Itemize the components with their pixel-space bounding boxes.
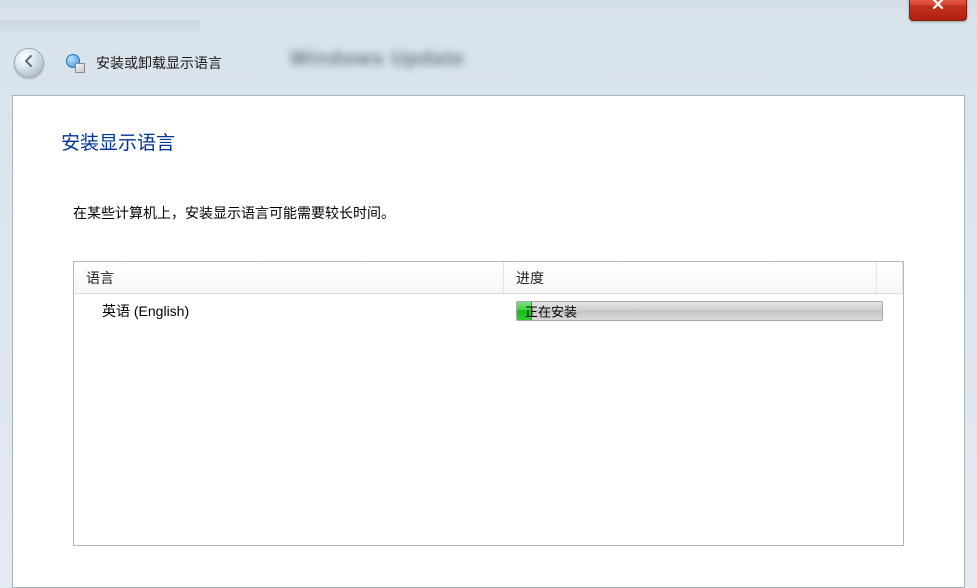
arrow-left-icon bbox=[21, 53, 37, 74]
nav-title: 安装或卸载显示语言 bbox=[96, 53, 222, 73]
main-panel: 安装显示语言 在某些计算机上，安装显示语言可能需要较长时间。 语言 进度 英语 … bbox=[12, 95, 965, 588]
cell-progress: 正在安装 bbox=[504, 297, 903, 325]
close-button[interactable] bbox=[909, 0, 967, 21]
page-heading: 安装显示语言 bbox=[61, 128, 916, 155]
column-header-progress[interactable]: 进度 bbox=[504, 262, 877, 293]
close-icon bbox=[931, 0, 945, 16]
progress-bar: 正在安装 bbox=[516, 301, 883, 321]
background-window-title: Windows Update bbox=[290, 48, 465, 71]
titlebar-fragment bbox=[0, 0, 977, 20]
column-header-spacer bbox=[877, 262, 903, 293]
table-header: 语言 进度 bbox=[74, 262, 903, 294]
column-header-language[interactable]: 语言 bbox=[74, 262, 504, 293]
titlebar-shadow bbox=[0, 20, 200, 35]
progress-status-label: 正在安装 bbox=[525, 302, 577, 321]
language-pack-icon bbox=[66, 54, 84, 72]
cell-language: 英语 (English) bbox=[74, 297, 504, 325]
navbar: 安装或卸载显示语言 bbox=[14, 44, 963, 82]
page-description: 在某些计算机上，安装显示语言可能需要较长时间。 bbox=[73, 203, 916, 223]
language-table: 语言 进度 英语 (English) 正在安装 bbox=[73, 261, 904, 546]
back-button[interactable] bbox=[14, 48, 44, 78]
table-row: 英语 (English) 正在安装 bbox=[74, 294, 903, 328]
